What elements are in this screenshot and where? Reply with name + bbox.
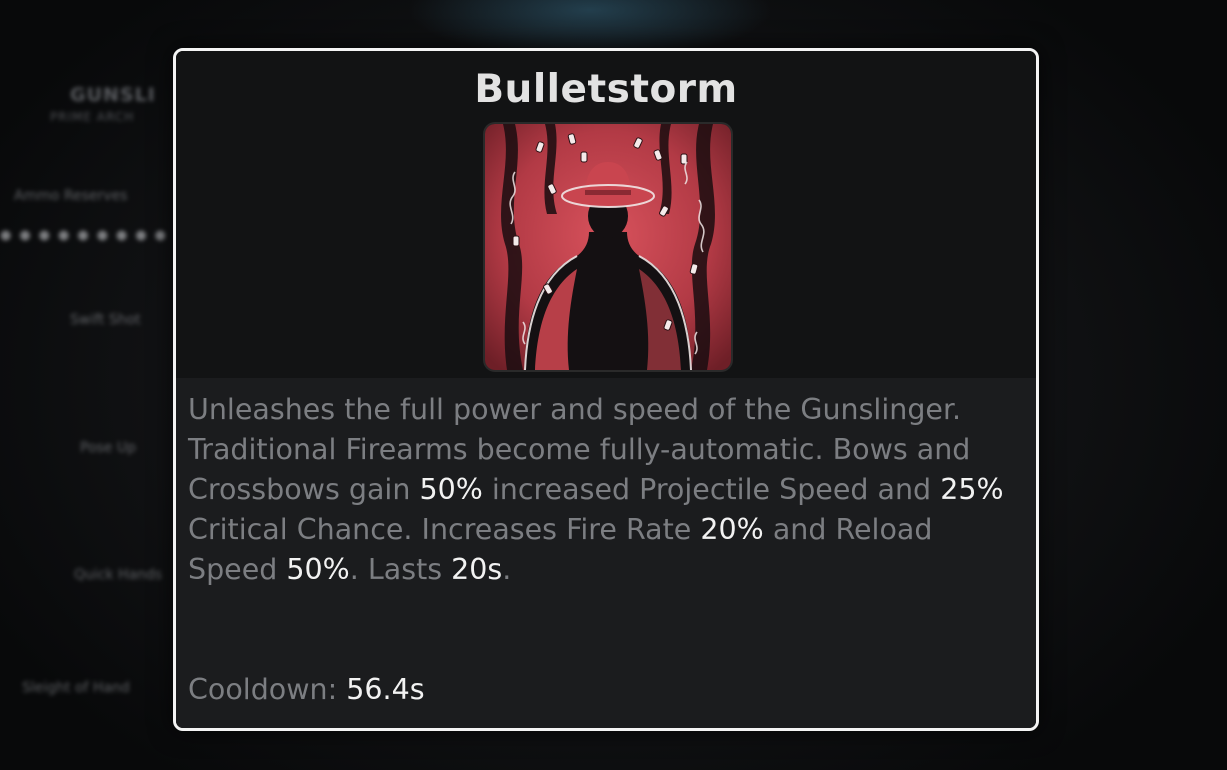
game-scene: GUNSLI PRIME ARCH Ammo Reserves ●●●●●●●●…	[0, 0, 1227, 770]
cooldown-row: Cooldown: 56.4s	[188, 670, 425, 710]
description-segment: Critical Chance. Increases Fire Rate	[188, 513, 701, 546]
cooldown-label: Cooldown:	[188, 673, 338, 706]
critical-chance-value: 25%	[940, 473, 1004, 506]
description-segment: .	[502, 553, 512, 586]
background-skill-swift-shot: Swift Shot	[70, 312, 141, 328]
description-segment: increased Projectile Speed and	[482, 473, 941, 506]
duration-value: 20s	[451, 553, 503, 586]
background-panel-title: GUNSLI	[70, 84, 156, 106]
ability-tooltip: Bulletstorm Unleashes the full power and…	[173, 48, 1039, 731]
cooldown-value: 56.4s	[346, 673, 425, 706]
ability-title: Bulletstorm	[474, 67, 738, 112]
background-rank-dots: ●●●●●●●●●	[0, 228, 175, 243]
background-skill-quick-hands: Quick Hands	[74, 567, 163, 583]
background-panel-subtitle: PRIME ARCH	[50, 110, 135, 124]
ability-description: Unleashes the full power and speed of th…	[188, 390, 1028, 590]
background-skill-ammo-reserves: Ammo Reserves	[14, 188, 128, 204]
description-segment: . Lasts	[349, 553, 452, 586]
background-skill-pose-up: Pose Up	[80, 440, 136, 456]
projectile-speed-value: 50%	[419, 473, 483, 506]
background-skill-panel: GUNSLI PRIME ARCH Ammo Reserves ●●●●●●●●…	[0, 70, 190, 770]
background-skill-sleight-of-hand: Sleight of Hand	[22, 680, 130, 696]
reload-speed-value: 50%	[286, 553, 350, 586]
gunslinger-silhouette-icon	[485, 124, 731, 370]
fire-rate-value: 20%	[700, 513, 764, 546]
